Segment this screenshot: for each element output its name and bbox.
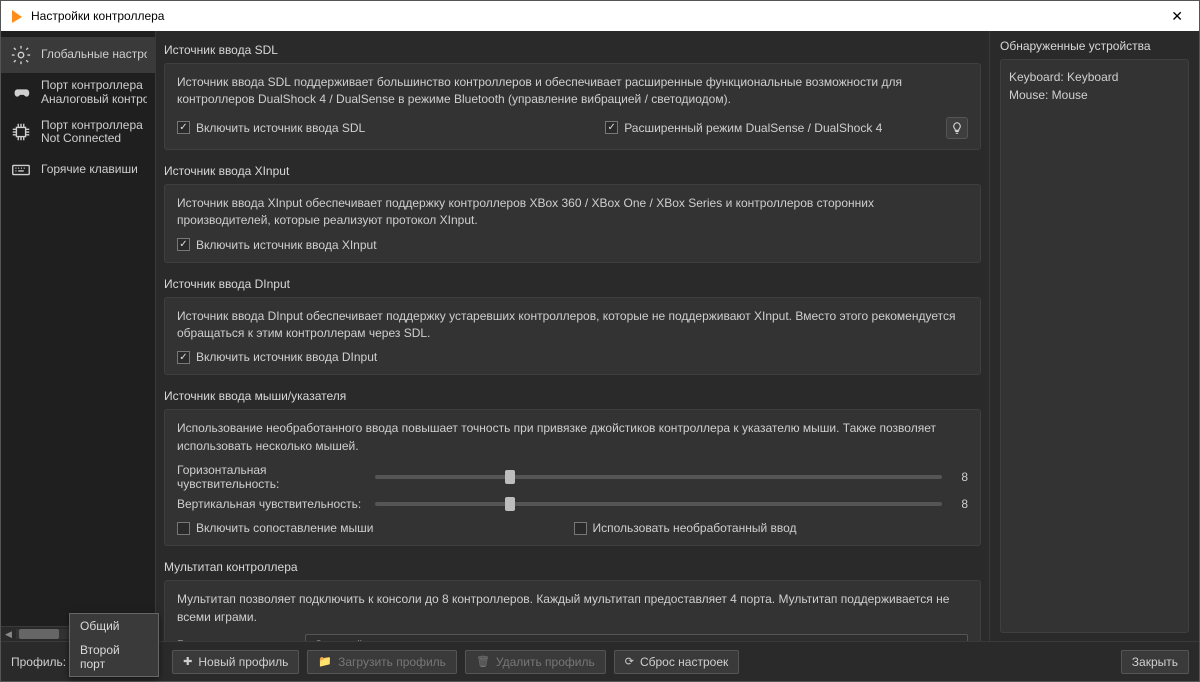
slider-thumb[interactable] [505, 470, 515, 484]
slider-vertical-sensitivity[interactable]: Вертикальная чувствительность: 8 [177, 497, 968, 511]
folder-icon: 📁 [318, 655, 332, 668]
section-title-sdl: Источник ввода SDL [164, 39, 981, 63]
checkbox-label: Расширенный режим DualSense / DualShock … [624, 121, 882, 135]
multitap-mode-select[interactable]: Отключён ▼ [305, 634, 968, 641]
footer-bar: Профиль: Общий Второй порт ✚ Новый профи… [1, 641, 1199, 681]
sidebar-item-sublabel: Not Connected [41, 132, 143, 146]
close-button[interactable]: Закрыть [1121, 650, 1189, 674]
slider-label: Вертикальная чувствительность: [177, 497, 367, 511]
new-profile-button[interactable]: ✚ Новый профиль [172, 650, 299, 674]
sidebar-item-label: Порт контроллера [41, 119, 143, 133]
dinput-description: Источник ввода DInput обеспечивает подде… [177, 308, 968, 343]
panel-sdl: Источник ввода SDL поддерживает большинс… [164, 63, 981, 150]
button-label: Загрузить профиль [338, 655, 446, 669]
panel-xinput: Источник ввода XInput обеспечивает подде… [164, 184, 981, 263]
check-icon [605, 121, 618, 134]
profile-option-shared[interactable]: Общий [70, 614, 158, 638]
close-icon[interactable]: ✕ [1163, 8, 1191, 25]
checkbox-enable-sdl[interactable]: Включить источник ввода SDL [177, 121, 365, 135]
slider-value: 8 [950, 470, 968, 484]
check-icon [177, 522, 190, 535]
check-icon [177, 351, 190, 364]
slider-label: Горизонтальная чувствительность: [177, 463, 367, 491]
button-label: Сброс настроек [640, 655, 728, 669]
slider-track[interactable] [375, 502, 942, 506]
profile-option-port2[interactable]: Второй порт [70, 638, 158, 676]
slider-track[interactable] [375, 475, 942, 479]
section-title-multitap: Мультитап контроллера [164, 556, 981, 580]
led-lightbulb-button[interactable] [946, 117, 968, 139]
sidebar-item-port1[interactable]: Порт контроллера Аналоговый контро [1, 73, 155, 113]
detected-devices-title: Обнаруженные устройства [1000, 39, 1189, 53]
xinput-description: Источник ввода XInput обеспечивает подде… [177, 195, 968, 230]
checkbox-label: Включить источник ввода SDL [196, 121, 365, 135]
plus-icon: ✚ [183, 655, 192, 668]
section-title-dinput: Источник ввода DInput [164, 273, 981, 297]
checkbox-enable-mouse-mapping[interactable]: Включить сопоставление мыши [177, 521, 374, 535]
sidebar: Глобальные настро Порт контроллера Анало… [1, 31, 156, 641]
detected-device-item: Keyboard: Keyboard [1009, 68, 1180, 86]
load-profile-button[interactable]: 📁 Загрузить профиль [307, 650, 457, 674]
check-icon [574, 522, 587, 535]
refresh-icon: ⟳ [625, 655, 634, 668]
gamepad-icon [9, 81, 33, 105]
chip-icon [9, 120, 33, 144]
checkbox-enhanced-dualsense[interactable]: Расширенный режим DualSense / DualShock … [605, 121, 882, 135]
check-icon [177, 238, 190, 251]
reset-settings-button[interactable]: ⟳ Сброс настроек [614, 650, 740, 674]
sidebar-item-port2[interactable]: Порт контроллера Not Connected [1, 113, 155, 153]
checkbox-label: Использовать необработанный ввод [593, 521, 797, 535]
mouse-description: Использование необработанного ввода повы… [177, 420, 968, 455]
section-title-mouse: Источник ввода мыши/указателя [164, 385, 981, 409]
delete-profile-button[interactable]: 🗑 Удалить профиль [465, 650, 606, 674]
window-title: Настройки контроллера [31, 9, 1163, 23]
sidebar-item-hotkeys[interactable]: Горячие клавиши [1, 152, 155, 188]
profile-label: Профиль: [11, 655, 66, 669]
slider-horizontal-sensitivity[interactable]: Горизонтальная чувствительность: 8 [177, 463, 968, 491]
slider-thumb[interactable] [505, 497, 515, 511]
button-label: Закрыть [1132, 655, 1178, 669]
scroll-left-icon[interactable]: ◀ [1, 627, 16, 642]
sidebar-item-label: Глобальные настро [41, 48, 147, 62]
checkbox-enable-xinput[interactable]: Включить источник ввода XInput [177, 238, 377, 252]
checkbox-label: Включить источник ввода DInput [196, 350, 377, 364]
trash-icon: 🗑 [476, 655, 490, 668]
scrollbar-thumb[interactable] [19, 629, 59, 639]
detected-device-item: Mouse: Mouse [1009, 86, 1180, 104]
button-label: Удалить профиль [496, 655, 595, 669]
checkbox-use-raw-input[interactable]: Использовать необработанный ввод [574, 521, 797, 535]
checkbox-label: Включить источник ввода XInput [196, 238, 377, 252]
checkbox-label: Включить сопоставление мыши [196, 521, 374, 535]
sidebar-item-global[interactable]: Глобальные настро [1, 37, 155, 73]
sidebar-item-label: Порт контроллера [41, 79, 147, 93]
gear-icon [9, 43, 33, 67]
controller-settings-window: Настройки контроллера ✕ Глобальные настр… [0, 0, 1200, 682]
panel-multitap: Мультитап позволяет подключить к консоли… [164, 580, 981, 641]
slider-value: 8 [950, 497, 968, 511]
app-icon [9, 8, 25, 24]
panel-dinput: Источник ввода DInput обеспечивает подде… [164, 297, 981, 376]
settings-panel: Источник ввода SDL Источник ввода SDL по… [156, 31, 989, 641]
panel-mouse: Использование необработанного ввода повы… [164, 409, 981, 546]
check-icon [177, 121, 190, 134]
profile-dropdown-popup[interactable]: Общий Второй порт [69, 613, 159, 677]
multitap-description: Мультитап позволяет подключить к консоли… [177, 591, 968, 626]
sdl-description: Источник ввода SDL поддерживает большинс… [177, 74, 968, 109]
checkbox-enable-dinput[interactable]: Включить источник ввода DInput [177, 350, 377, 364]
keyboard-icon [9, 158, 33, 182]
button-label: Новый профиль [198, 655, 288, 669]
sidebar-item-sublabel: Аналоговый контро [41, 93, 147, 107]
detected-devices-list: Keyboard: Keyboard Mouse: Mouse [1000, 59, 1189, 633]
detected-devices-panel: Обнаруженные устройства Keyboard: Keyboa… [989, 31, 1199, 641]
titlebar: Настройки контроллера ✕ [1, 1, 1199, 31]
section-title-xinput: Источник ввода XInput [164, 160, 981, 184]
sidebar-item-label: Горячие клавиши [41, 163, 138, 177]
